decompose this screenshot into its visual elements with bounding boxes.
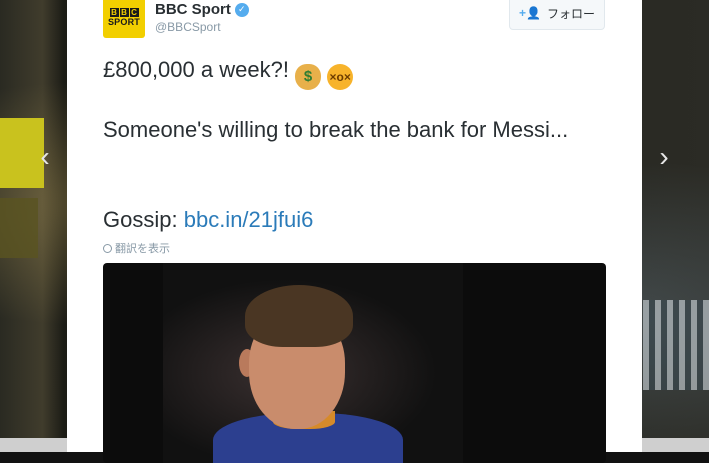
money-bag-icon: $ xyxy=(295,64,322,90)
logo-letter: B xyxy=(109,7,119,17)
translate-link[interactable]: 翻訳を表示 xyxy=(103,240,170,256)
background-decoration xyxy=(0,198,38,258)
translate-label: 翻訳を表示 xyxy=(115,243,170,255)
follow-label: フォロー xyxy=(546,6,595,21)
follow-button[interactable]: +👤 フォロー xyxy=(509,0,605,30)
avatar[interactable]: B B C SPORT xyxy=(103,0,145,38)
author-name-row[interactable]: BBC Sport ✓ xyxy=(155,1,249,18)
tweet-text-line: Gossip: bbc.in/21jfui6 xyxy=(103,206,573,234)
display-name[interactable]: BBC Sport xyxy=(155,1,231,18)
next-arrow-icon[interactable]: › xyxy=(651,142,677,172)
tweet-text: Someone's willing to break the bank for … xyxy=(103,117,569,142)
tweet-card: B B C SPORT BBC Sport ✓ @BBCSport +👤 フォロ… xyxy=(67,0,642,463)
verified-badge-icon: ✓ xyxy=(234,2,249,17)
tweet-text-line: Someone's willing to break the bank for … xyxy=(103,116,573,144)
tweet-photo[interactable] xyxy=(103,263,606,463)
background-decoration xyxy=(643,300,709,390)
logo-letter: B xyxy=(119,7,129,17)
previous-arrow-icon[interactable]: ‹ xyxy=(32,142,58,172)
dizzy-face-icon: ×o× xyxy=(327,64,354,90)
player-hair xyxy=(245,285,353,347)
user-handle[interactable]: @BBCSport xyxy=(155,20,221,34)
gossip-label: Gossip: xyxy=(103,207,178,232)
tweet-text: £800,000 a week?! xyxy=(103,57,289,82)
logo-word: SPORT xyxy=(107,16,140,27)
logo-letter: C xyxy=(129,7,139,17)
tweet-text-line: £800,000 a week?! $ ×o× xyxy=(103,56,573,90)
bbc-logo: B B C xyxy=(109,7,139,17)
add-user-icon: +👤 xyxy=(519,6,541,20)
tweet-link[interactable]: bbc.in/21jfui6 xyxy=(184,207,314,232)
globe-icon xyxy=(103,243,112,253)
